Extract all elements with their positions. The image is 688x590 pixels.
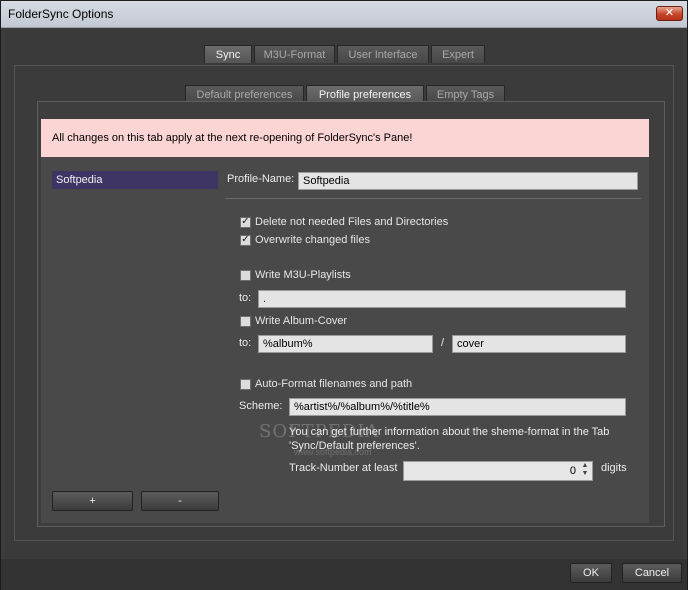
overwrite-changed-label: Overwrite changed files (255, 234, 370, 246)
profile-name-label: Profile-Name: (227, 173, 295, 185)
scheme-info-line1: You can get further information about th… (289, 426, 610, 438)
track-number-spinner[interactable]: 0 ▲ ▼ (403, 461, 593, 481)
cover-to-label: to: (239, 337, 252, 349)
write-m3u-checkbox[interactable]: Write M3U-Playlists (240, 269, 351, 281)
scheme-field[interactable]: %artist%/%album%/%title% (289, 398, 626, 416)
tab-user-interface[interactable]: User Interface (337, 45, 429, 63)
write-cover-checkbox[interactable]: Write Album-Cover (240, 315, 347, 327)
window-title: FolderSync Options (8, 7, 114, 21)
title-bar: FolderSync Options ✕ (1, 1, 687, 28)
remove-profile-button[interactable]: - (141, 491, 219, 511)
digits-label: digits (601, 462, 627, 474)
profile-list-item[interactable]: Softpedia (52, 171, 218, 189)
checkbox-unchecked-icon (240, 269, 251, 281)
separator (225, 198, 641, 199)
cover-file-field[interactable]: cover (452, 335, 626, 353)
auto-format-checkbox[interactable]: Auto-Format filenames and path (240, 378, 412, 390)
track-number-value: 0 (569, 465, 576, 477)
write-cover-label: Write Album-Cover (255, 315, 348, 327)
checkbox-unchecked-icon (240, 315, 251, 327)
tab-sync[interactable]: Sync (204, 45, 252, 63)
scheme-label: Scheme: (239, 400, 283, 412)
cancel-button[interactable]: Cancel (622, 563, 682, 583)
checkbox-checked-icon: ✓ (240, 234, 251, 246)
cover-path-separator: / (441, 337, 445, 349)
m3u-to-label: to: (239, 292, 252, 304)
profile-name-field[interactable]: Softpedia (298, 172, 638, 190)
options-window: FolderSync Options ✕ Sync M3U-Format Use… (0, 0, 688, 590)
ok-button[interactable]: OK (570, 563, 612, 583)
checkbox-checked-icon: ✓ (240, 216, 251, 228)
overwrite-changed-checkbox[interactable]: ✓ Overwrite changed files (240, 234, 370, 246)
delete-not-needed-label: Delete not needed Files and Directories (255, 216, 449, 228)
spinner-arrows-icon[interactable]: ▲ ▼ (580, 462, 590, 480)
tab-expert[interactable]: Expert (431, 45, 485, 63)
delete-not-needed-checkbox[interactable]: ✓ Delete not needed Files and Directorie… (240, 216, 448, 228)
close-button[interactable]: ✕ (656, 6, 683, 21)
m3u-target-field[interactable]: . (258, 290, 626, 308)
scheme-info-line2: 'Sync/Default preferences'. (289, 440, 420, 452)
info-banner: All changes on this tab apply at the nex… (41, 119, 649, 157)
add-profile-button[interactable]: + (52, 491, 133, 511)
track-number-label: Track-Number at least (289, 462, 398, 474)
checkbox-unchecked-icon (240, 378, 251, 390)
cover-dir-field[interactable]: %album% (258, 335, 433, 353)
close-icon: ✕ (664, 7, 675, 19)
write-m3u-label: Write M3U-Playlists (255, 269, 351, 281)
tab-m3u-format[interactable]: M3U-Format (254, 45, 335, 63)
auto-format-label: Auto-Format filenames and path (255, 378, 413, 390)
